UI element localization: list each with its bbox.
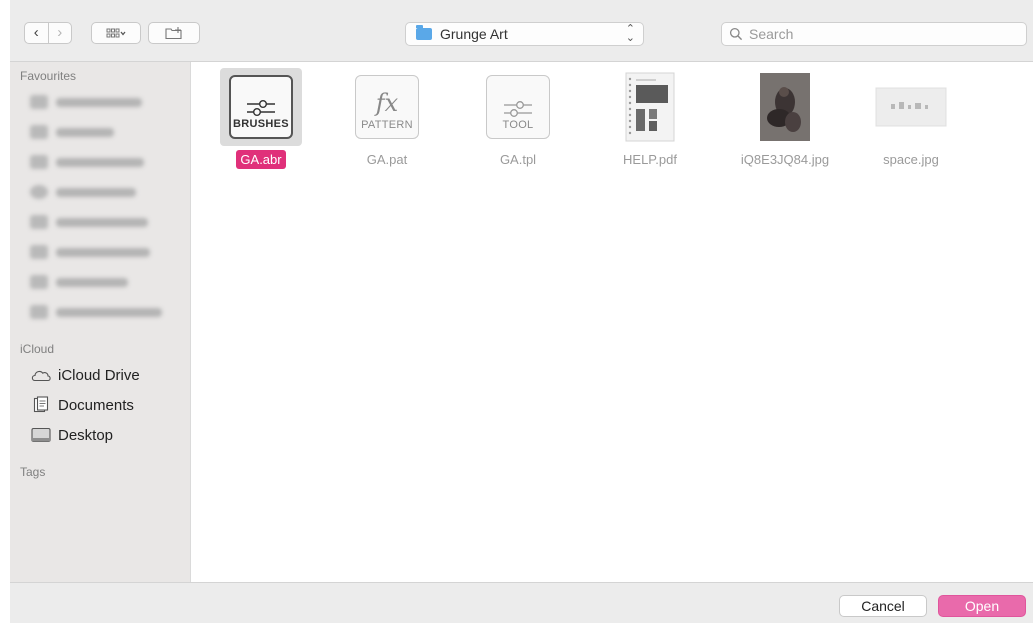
- sidebar-item-label: iCloud Drive: [58, 366, 140, 384]
- search-field[interactable]: [721, 22, 1027, 46]
- pdf-thumbnail-icon: [625, 72, 675, 142]
- search-input[interactable]: [747, 25, 1011, 43]
- folder-icon: [416, 25, 432, 40]
- open-button[interactable]: Open: [938, 595, 1026, 617]
- pattern-doc-icon: fx PATTERN: [355, 75, 419, 139]
- tool-doc-icon: TOOL: [486, 75, 550, 139]
- file-browser: BRUSHES GA.abr fx PATTERN GA.pat TOOL GA…: [191, 62, 1033, 582]
- file-name: HELP.pdf: [623, 152, 677, 167]
- favourites-heading: Favourites: [20, 69, 77, 83]
- cancel-button[interactable]: Cancel: [839, 595, 927, 617]
- favourite-item-blurred[interactable]: [30, 305, 162, 319]
- sidebar-item-icloud-drive[interactable]: iCloud Drive: [30, 364, 140, 386]
- back-button[interactable]: ‹: [25, 23, 49, 43]
- fx-icon: fx: [375, 89, 399, 117]
- file-thumbnail: BRUSHES: [220, 68, 302, 146]
- cloud-icon: [30, 368, 52, 382]
- doc-type-label: BRUSHES: [233, 118, 289, 130]
- nav-button-group: ‹ ›: [24, 22, 72, 44]
- tags-heading: Tags: [20, 465, 46, 479]
- file-name: GA.pat: [366, 152, 408, 167]
- doc-type-label: PATTERN: [361, 119, 413, 131]
- desktop-icon: [30, 427, 52, 443]
- view-options-button[interactable]: [91, 22, 141, 44]
- documents-icon: [30, 396, 52, 414]
- sidebar-item-desktop[interactable]: Desktop: [30, 424, 113, 446]
- search-icon: [729, 27, 743, 41]
- file-thumbnail: [744, 68, 826, 146]
- image-thumbnail-icon: [875, 87, 947, 127]
- photo-thumbnail-icon: [760, 73, 810, 141]
- forward-button[interactable]: ›: [49, 23, 72, 43]
- favourite-item-blurred[interactable]: [30, 185, 136, 199]
- doc-type-label: TOOL: [502, 119, 534, 131]
- file-name: GA.tpl: [499, 152, 537, 167]
- icon-grid-icon: [106, 28, 126, 38]
- file-item-photo-jpg[interactable]: iQ8E3JQ84.jpg: [739, 68, 831, 169]
- up-down-chevron-icon: ⌃ ⌄: [625, 23, 635, 44]
- file-thumbnail: fx PATTERN: [346, 68, 428, 146]
- file-name: space.jpg: [883, 152, 939, 167]
- sidebar-item-label: Documents: [58, 396, 134, 414]
- file-item-help-pdf[interactable]: HELP.pdf: [604, 68, 696, 169]
- favourite-item-blurred[interactable]: [30, 275, 128, 289]
- favourite-item-blurred[interactable]: [30, 245, 150, 259]
- file-name: GA.abr: [236, 150, 286, 169]
- new-folder-button[interactable]: [148, 22, 200, 44]
- file-item-space-jpg[interactable]: space.jpg: [865, 68, 957, 169]
- toolbar: ‹ › Grunge Art ⌃ ⌄: [10, 0, 1033, 62]
- sidebar-item-documents[interactable]: Documents: [30, 394, 134, 416]
- favourite-item-blurred[interactable]: [30, 95, 142, 109]
- location-popup[interactable]: Grunge Art ⌃ ⌄: [405, 22, 644, 46]
- location-label: Grunge Art: [440, 26, 508, 42]
- sidebar-item-label: Desktop: [58, 426, 114, 444]
- favourite-item-blurred[interactable]: [30, 155, 144, 169]
- brushes-doc-icon: BRUSHES: [229, 75, 293, 139]
- file-item-ga-tpl[interactable]: TOOL GA.tpl: [472, 68, 564, 169]
- sliders-icon: [247, 100, 275, 116]
- dialog-footer: Cancel Open: [10, 582, 1033, 623]
- icloud-heading: iCloud: [20, 342, 55, 356]
- favourite-item-blurred[interactable]: [30, 215, 148, 229]
- file-name: iQ8E3JQ84.jpg: [740, 152, 830, 167]
- file-item-ga-abr[interactable]: BRUSHES GA.abr: [215, 68, 307, 169]
- sidebar: Favourites iCloud iCloud Drive Documents: [10, 62, 191, 582]
- file-thumbnail: [870, 68, 952, 146]
- new-folder-icon: [165, 27, 182, 40]
- favourite-item-blurred[interactable]: [30, 125, 114, 139]
- file-item-ga-pat[interactable]: fx PATTERN GA.pat: [341, 68, 433, 169]
- file-thumbnail: TOOL: [477, 68, 559, 146]
- sliders-icon: [504, 101, 532, 117]
- open-file-dialog: ‹ › Grunge Art ⌃ ⌄ Search Favourites iCl…: [10, 0, 1033, 623]
- file-thumbnail: [609, 68, 691, 146]
